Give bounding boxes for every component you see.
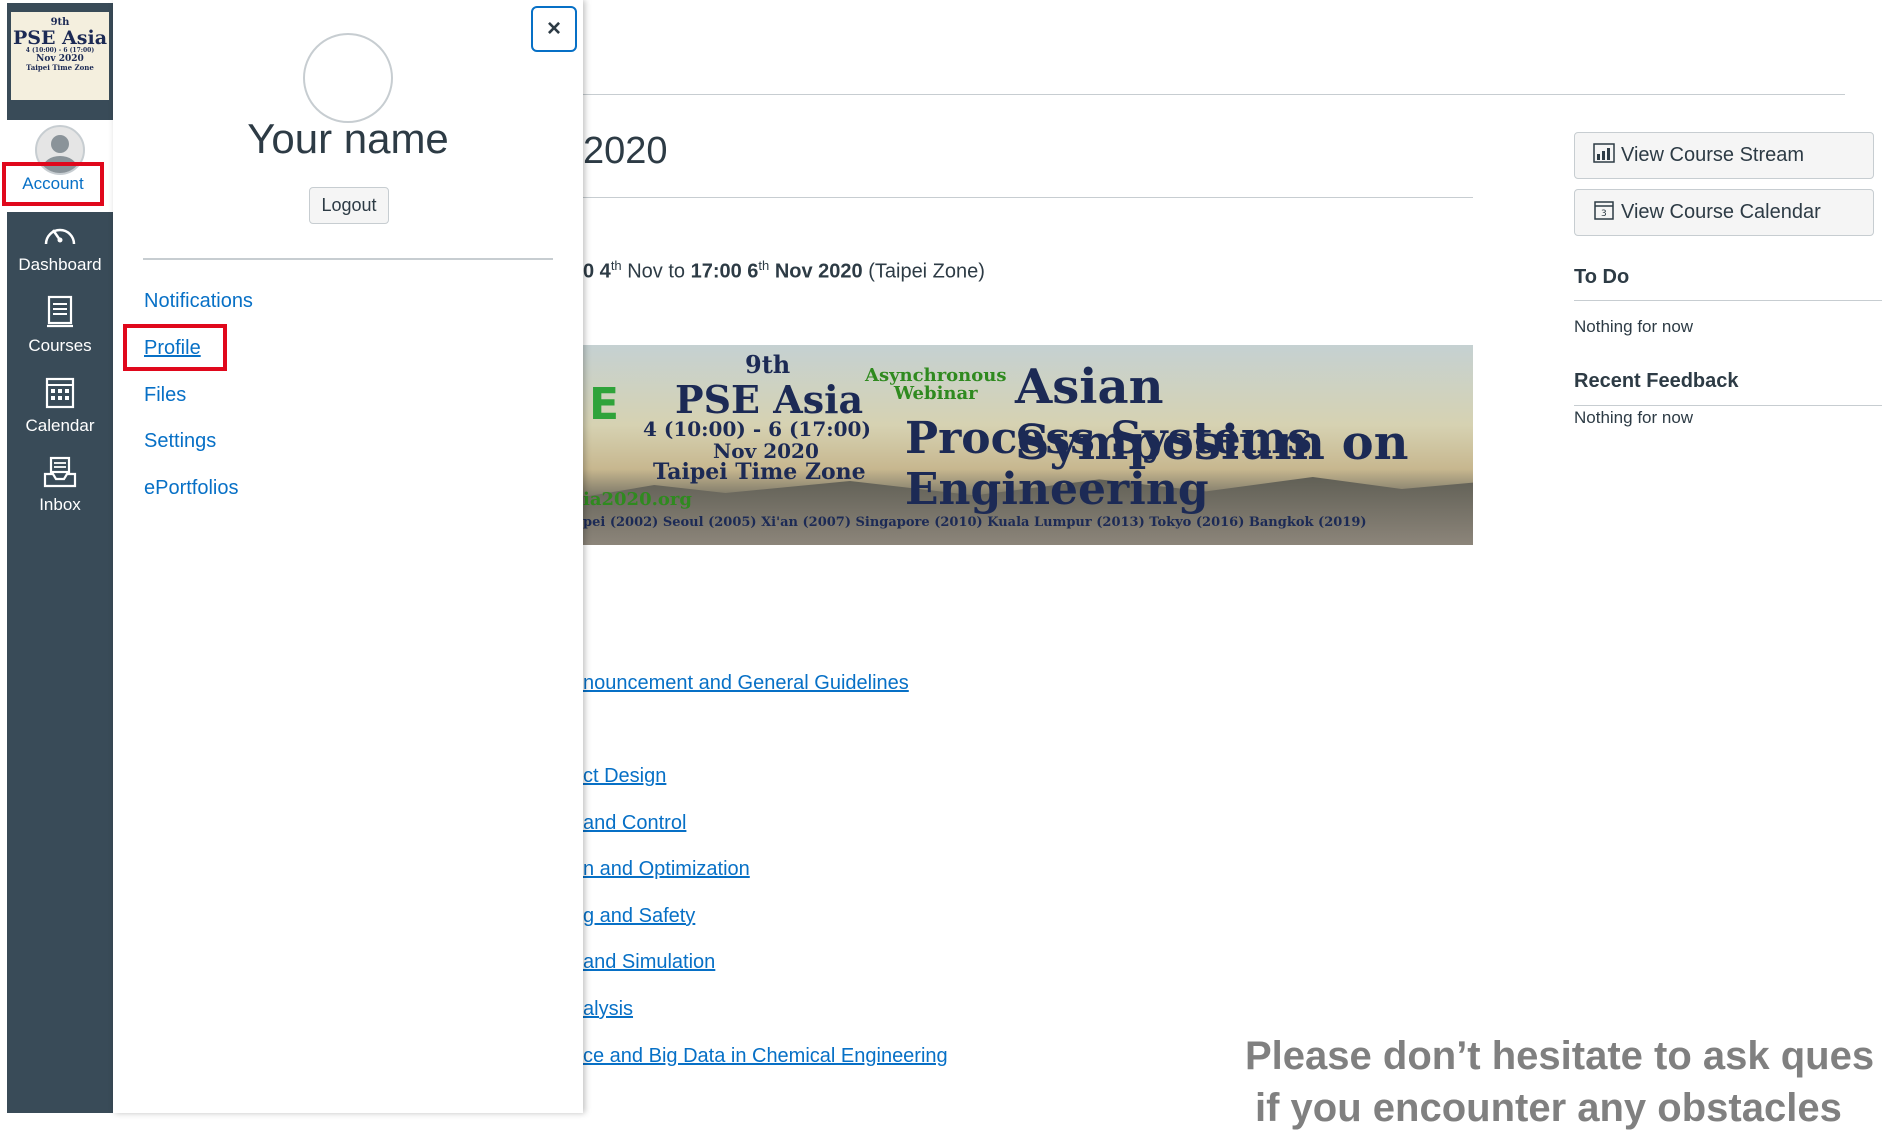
- tray-link-files[interactable]: Files: [144, 384, 186, 407]
- view-course-calendar-label: View Course Calendar: [1621, 201, 1821, 223]
- link-analysis[interactable]: alysis: [583, 998, 633, 1021]
- tray-link-eportfolios[interactable]: ePortfolios: [144, 477, 239, 500]
- link-announcement[interactable]: nouncement and General Guidelines: [583, 672, 909, 695]
- nav-calendar-label: Calendar: [25, 416, 95, 435]
- link-safety[interactable]: g and Safety: [583, 905, 695, 928]
- account-highlight-box[interactable]: Account: [2, 162, 104, 206]
- logo-badge: 9th PSE Asia 4 (10:00) - 6 (17:00) Nov 2…: [11, 12, 109, 100]
- tray-link-notifications[interactable]: Notifications: [144, 290, 253, 313]
- courses-icon: [7, 295, 113, 334]
- link-big-data[interactable]: ce and Big Data in Chemical Engineering: [583, 1045, 948, 1068]
- tray-link-settings[interactable]: Settings: [144, 430, 216, 453]
- course-date-line: 0 4th Nov to 17:00 6th Nov 2020 (Taipei …: [583, 258, 985, 284]
- nav-courses-label: Courses: [28, 336, 92, 355]
- logo-zone: Taipei Time Zone: [26, 63, 94, 73]
- banner-logo-letter: E: [589, 379, 620, 430]
- stream-chart-icon: [1593, 142, 1615, 169]
- view-course-stream-label: View Course Stream: [1621, 144, 1805, 166]
- nav-dashboard[interactable]: Dashboard: [7, 218, 113, 275]
- view-course-stream-button[interactable]: View Course Stream: [1574, 132, 1874, 179]
- banner-pse: PSE Asia: [675, 377, 864, 422]
- banner-website: ia2020.org: [583, 489, 692, 510]
- institution-logo[interactable]: 9th PSE Asia 4 (10:00) - 6 (17:00) Nov 2…: [7, 3, 113, 109]
- link-optimization[interactable]: n and Optimization: [583, 858, 750, 881]
- nav-inbox[interactable]: Inbox: [7, 456, 113, 515]
- link-control[interactable]: and Control: [583, 812, 686, 835]
- banner-time: 4 (10:00) - 6 (17:00): [643, 417, 871, 441]
- date-end-sup: th: [758, 258, 770, 273]
- date-mid: Nov to: [621, 260, 691, 283]
- view-course-calendar-button[interactable]: 3 View Course Calendar: [1574, 189, 1874, 236]
- account-tray: × Your name Logout Notifications Profile…: [113, 0, 583, 1113]
- title-divider: [583, 197, 1473, 198]
- nav-courses[interactable]: Courses: [7, 295, 113, 356]
- dashboard-icon: [7, 218, 113, 253]
- help-note-line1: Please don’t hesitate to ask ques: [1245, 1034, 1875, 1078]
- tray-link-profile[interactable]: Profile: [144, 337, 201, 360]
- calendar-icon: 3: [1593, 199, 1615, 227]
- date-start: 0 4: [583, 260, 611, 283]
- help-note-line2: if you encounter any obstacles: [1255, 1086, 1842, 1130]
- banner-zone: Taipei Time Zone: [653, 459, 866, 485]
- link-product-design[interactable]: ct Design: [583, 765, 666, 788]
- feedback-divider: [1574, 405, 1882, 406]
- inbox-icon: [7, 456, 113, 493]
- date-end-month: Nov 2020: [769, 260, 863, 283]
- nav-calendar[interactable]: Calendar: [7, 375, 113, 436]
- nav-dashboard-label: Dashboard: [18, 255, 102, 274]
- date-end: 17:00 6: [690, 260, 759, 283]
- user-name: Your name: [247, 115, 449, 162]
- todo-empty-text: Nothing for now: [1574, 317, 1694, 336]
- banner-past-cities: pei (2002) Seoul (2005) Xi'an (2007) Sin…: [583, 515, 1367, 530]
- close-icon: ×: [546, 15, 561, 42]
- link-simulation[interactable]: and Simulation: [583, 951, 715, 974]
- nav-inbox-label: Inbox: [39, 495, 81, 514]
- todo-divider: [1574, 300, 1882, 301]
- recent-feedback-heading: Recent Feedback: [1574, 370, 1739, 392]
- tray-divider: [143, 258, 553, 260]
- calendar-icon: [7, 375, 113, 414]
- header-divider: [583, 94, 1845, 95]
- feedback-empty-text: Nothing for now: [1574, 408, 1694, 427]
- profile-avatar[interactable]: [303, 33, 393, 123]
- svg-text:3: 3: [1601, 209, 1607, 219]
- todo-heading: To Do: [1574, 266, 1630, 288]
- logout-button[interactable]: Logout: [309, 187, 389, 224]
- close-tray-button[interactable]: ×: [531, 6, 577, 52]
- conference-banner: E 9th PSE Asia 4 (10:00) - 6 (17:00) Nov…: [583, 345, 1473, 545]
- banner-process-title: Process Systems Engineering: [905, 413, 1313, 515]
- banner-webinar: Asynchronous Webinar: [865, 367, 1007, 403]
- banner-webinar-line2: Webinar: [893, 383, 978, 404]
- course-title: 2020: [583, 130, 668, 172]
- date-start-sup: th: [610, 258, 622, 273]
- logo-title: PSE Asia: [12, 26, 108, 49]
- banner-edition: 9th: [745, 350, 791, 379]
- nav-account-label: Account: [22, 174, 84, 193]
- date-zone: (Taipei Zone): [862, 260, 985, 283]
